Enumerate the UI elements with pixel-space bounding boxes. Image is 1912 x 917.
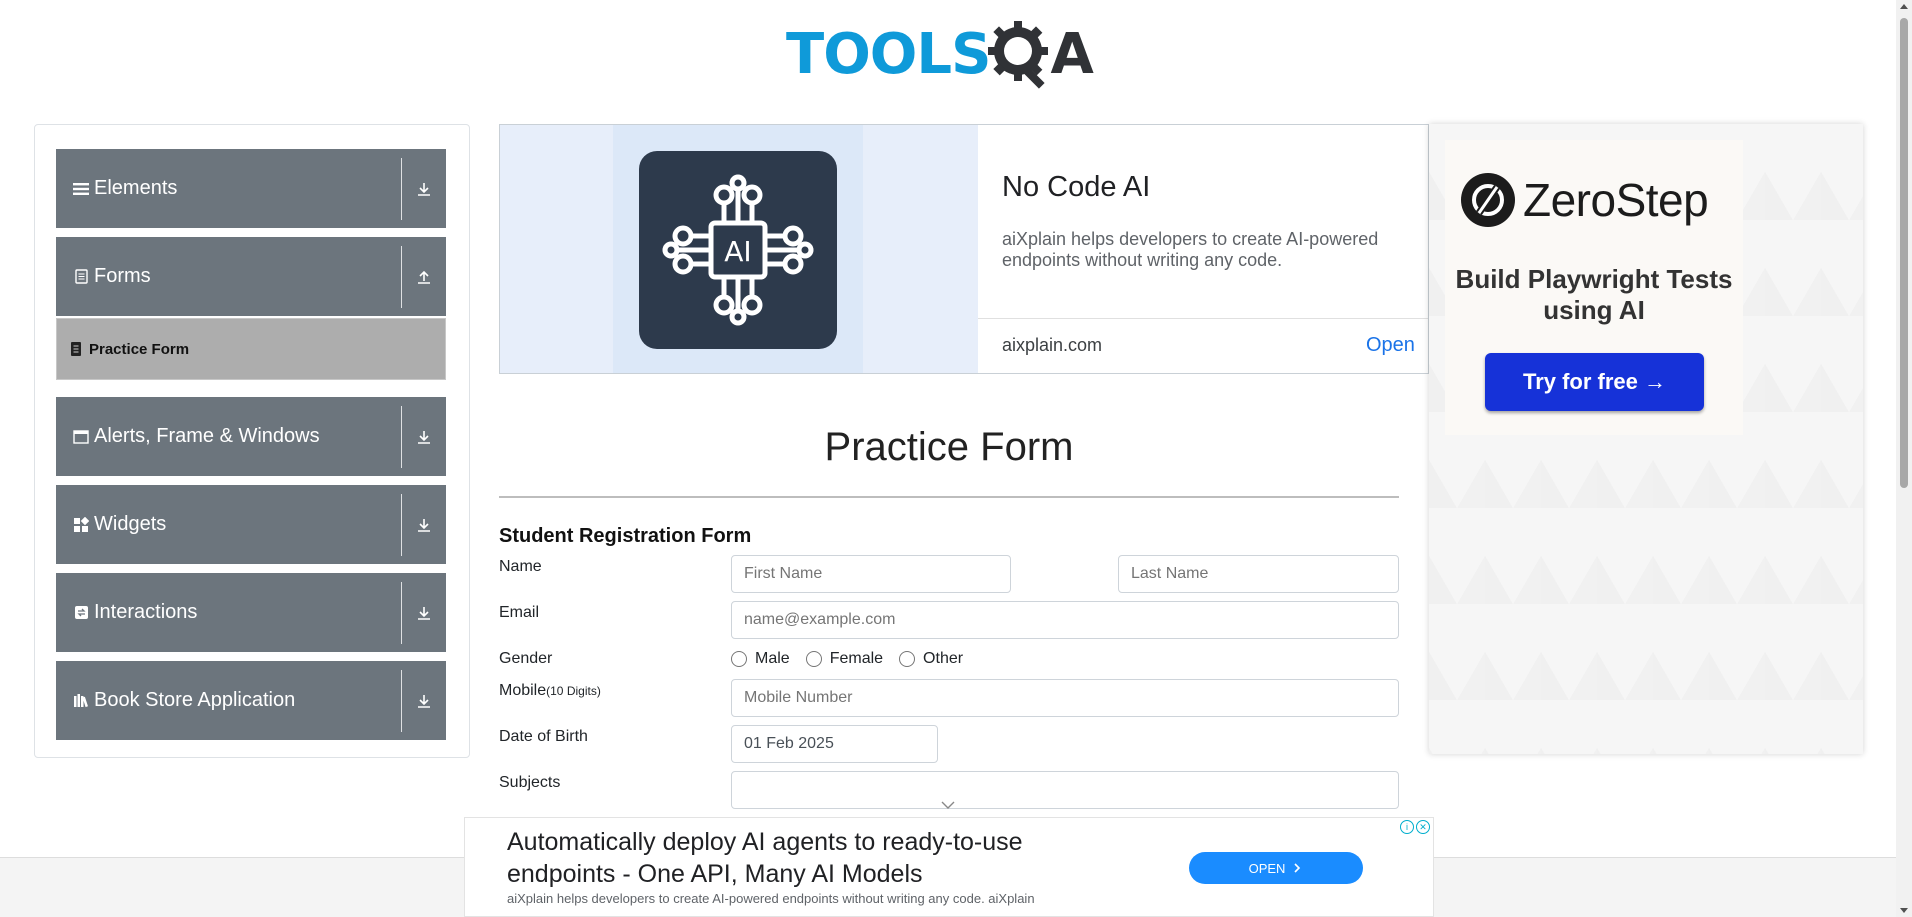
sidebar-group-label: Interactions <box>94 601 198 623</box>
sidebar-item-label: Practice Form <box>89 340 190 358</box>
chevron-right-icon <box>1294 863 1301 873</box>
ad-close-icon[interactable]: ✕ <box>1416 820 1430 834</box>
sidebar-group-label: Alerts, Frame & Windows <box>94 425 320 447</box>
try-for-free-button[interactable]: Try for free → <box>1485 353 1704 411</box>
mobile-label: Mobile(10 Digits) <box>499 682 601 700</box>
gender-option-label[interactable]: Other <box>923 650 963 668</box>
mobile-hint: (10 Digits) <box>546 684 601 698</box>
logo-suffix: A <box>1050 21 1094 87</box>
sidebar-item-practice-form[interactable]: Practice Form <box>56 318 446 380</box>
bottom-ad-description: aiXplain helps developers to create AI-p… <box>507 891 1035 906</box>
site-logo[interactable]: TOOLS A <box>786 14 1094 94</box>
subjects-input[interactable] <box>731 771 1399 809</box>
ad-open-link[interactable]: Open <box>1366 334 1415 357</box>
sidebar-group-interactions[interactable]: Interactions <box>56 573 446 652</box>
download-arrow-icon[interactable] <box>402 693 446 709</box>
sidebar-menu: Elements Forms Practice Form Alerts, Fra… <box>34 124 470 758</box>
top-advertisement[interactable]: AI No Code AI aiXplain helps developers … <box>499 124 1429 374</box>
download-arrow-icon[interactable] <box>402 429 446 445</box>
ad-description: aiXplain helps developers to create AI-p… <box>1002 229 1379 270</box>
window-icon <box>72 428 90 446</box>
gender-radio-group: Male Female Other <box>731 650 979 668</box>
logo-text: TOOLS <box>786 21 991 87</box>
zerostep-brand: ZeroStep <box>1523 174 1709 226</box>
sidebar-group-label: Book Store Application <box>94 689 296 711</box>
sidebar-group-alerts[interactable]: Alerts, Frame & Windows <box>56 397 446 476</box>
zerostep-logo-icon <box>1461 173 1515 227</box>
gender-option-label[interactable]: Male <box>755 650 790 668</box>
sidebar-group-elements[interactable]: Elements <box>56 149 446 228</box>
mobile-label-text: Mobile <box>499 682 547 699</box>
zerostep-card: ZeroStep Build Playwright Tests using AI… <box>1445 140 1743 435</box>
sidebar-group-label: Widgets <box>94 513 167 535</box>
interactions-icon <box>72 604 90 622</box>
sidebar-group-widgets[interactable]: Widgets <box>56 485 446 564</box>
sidebar-group-label: Elements <box>94 177 178 199</box>
download-arrow-icon[interactable] <box>402 605 446 621</box>
sidebar-group-book-store[interactable]: Book Store Application <box>56 661 446 740</box>
ad-image: AI <box>500 125 978 373</box>
gender-option-label[interactable]: Female <box>830 650 883 668</box>
sidebar-group-label: Forms <box>94 265 151 287</box>
subjects-label: Subjects <box>499 774 561 791</box>
divider <box>499 496 1399 498</box>
sidebar-group-forms[interactable]: Forms <box>56 237 446 316</box>
divider <box>978 318 1428 319</box>
form-icon <box>71 342 81 356</box>
gender-other-radio[interactable] <box>899 651 916 667</box>
ai-chip-icon: AI <box>639 151 837 349</box>
chevron-down-icon <box>941 801 955 809</box>
ad-body: No Code AI aiXplain helps developers to … <box>978 125 1428 373</box>
download-arrow-icon[interactable] <box>402 517 446 533</box>
mobile-input[interactable] <box>731 679 1399 717</box>
name-label: Name <box>499 558 542 575</box>
bottom-advertisement[interactable]: Automatically deploy AI agents to ready-… <box>464 817 1434 917</box>
bottom-ad-open-button[interactable]: OPEN <box>1189 852 1363 884</box>
bottom-ad-title[interactable]: Automatically deploy AI agents to ready-… <box>507 826 1107 890</box>
download-arrow-icon[interactable] <box>402 181 446 197</box>
zerostep-tagline: Build Playwright Tests using AI <box>1455 264 1733 325</box>
right-advertisement[interactable]: ZeroStep Build Playwright Tests using AI… <box>1429 124 1863 754</box>
menu-icon <box>72 180 90 198</box>
form-subtitle: Student Registration Form <box>499 525 752 547</box>
gear-magnifier-icon <box>988 21 1049 89</box>
email-label: Email <box>499 604 540 621</box>
widgets-icon <box>72 516 90 534</box>
upload-arrow-icon[interactable] <box>402 269 446 285</box>
zerostep-logo: ZeroStep <box>1461 173 1709 227</box>
bottom-ad-open-label: OPEN <box>1248 860 1286 876</box>
document-icon <box>72 268 90 286</box>
page-scrollbar[interactable] <box>1896 0 1912 917</box>
scroll-up-icon[interactable] <box>1900 4 1908 9</box>
page-title: Practice Form <box>824 425 1074 469</box>
ad-title[interactable]: No Code AI <box>1002 171 1150 204</box>
gender-male-radio[interactable] <box>731 651 747 667</box>
last-name-input[interactable] <box>1118 555 1399 593</box>
first-name-input[interactable] <box>731 555 1011 593</box>
ai-chip-label: AI <box>724 235 751 268</box>
email-input[interactable] <box>731 601 1399 639</box>
date-of-birth-input[interactable] <box>731 725 938 763</box>
gender-label: Gender <box>499 650 553 667</box>
ad-domain: aixplain.com <box>1002 335 1103 355</box>
ad-info-icon[interactable]: i <box>1400 820 1414 834</box>
scrollbar-thumb[interactable] <box>1900 18 1908 488</box>
gender-female-radio[interactable] <box>805 651 822 667</box>
books-icon <box>72 692 90 710</box>
scroll-down-icon[interactable] <box>1900 908 1908 913</box>
dob-label: Date of Birth <box>499 728 588 745</box>
ad-choices: i ✕ <box>1400 820 1430 834</box>
